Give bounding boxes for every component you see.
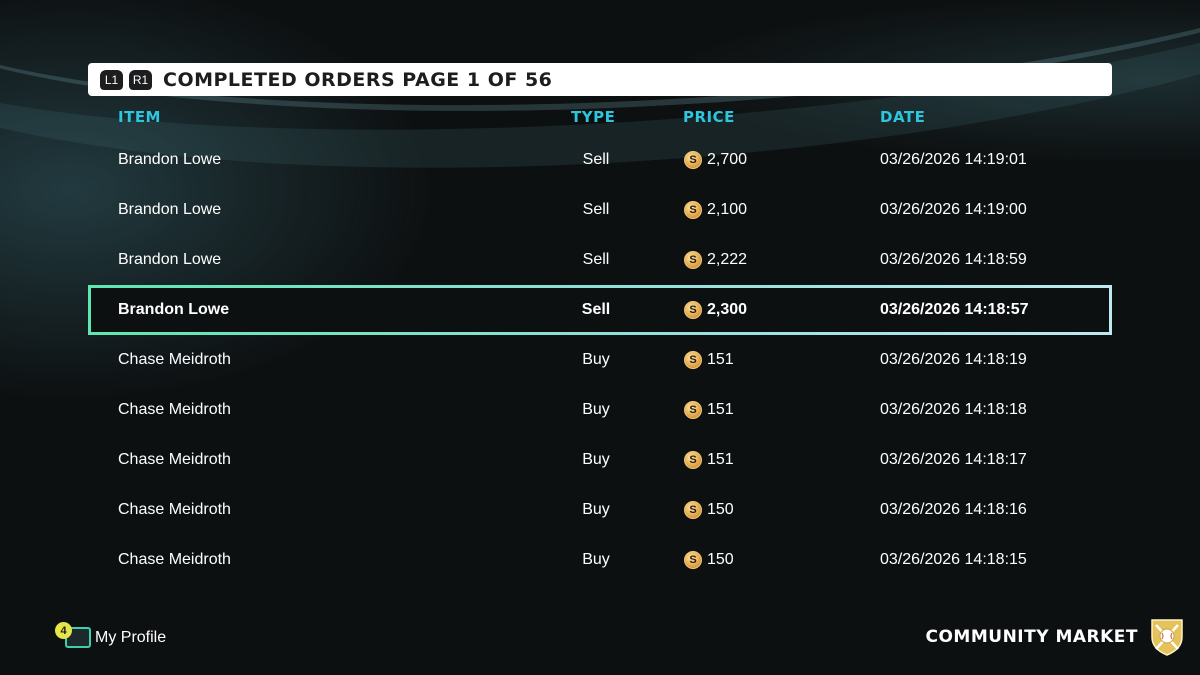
- stubs-coin-icon: S: [684, 401, 702, 419]
- order-price: S 2,700: [684, 135, 747, 185]
- table-row[interactable]: Chase Meidroth Buy S 150 03/26/2026 14:18…: [88, 485, 1112, 535]
- table-row[interactable]: Chase Meidroth Buy S 150 03/26/2026 14:18…: [88, 535, 1112, 585]
- table-row[interactable]: Brandon Lowe Sell S 2,100 03/26/2026 14:1…: [88, 185, 1112, 235]
- order-date: 03/26/2026 14:18:16: [880, 501, 1027, 518]
- order-date: 03/26/2026 14:19:00: [880, 201, 1027, 218]
- order-price-value: 151: [707, 451, 734, 468]
- order-price: S 151: [684, 335, 734, 385]
- community-market-footer: COMMUNITY MARKET: [926, 617, 1187, 657]
- order-type: Buy: [582, 351, 610, 368]
- my-profile-label: My Profile: [95, 629, 167, 646]
- r1-button[interactable]: R1: [129, 69, 152, 90]
- orders-table: Brandon Lowe Sell S 2,700 03/26/2026 14:1…: [88, 135, 1112, 585]
- column-header-price: PRICE: [683, 108, 735, 126]
- column-header-date: DATE: [880, 108, 926, 126]
- stubs-coin-icon: S: [684, 551, 702, 569]
- column-header-type: TYPE: [571, 108, 616, 126]
- order-price: S 150: [684, 485, 734, 535]
- order-price-value: 150: [707, 501, 734, 518]
- l1-button[interactable]: L1: [100, 69, 123, 90]
- table-row-selected[interactable]: Brandon Lowe Sell S 2,300 03/26/2026 14:1…: [88, 285, 1112, 335]
- order-date: 03/26/2026 14:18:17: [880, 451, 1027, 468]
- order-item: Brandon Lowe: [118, 251, 222, 268]
- order-price-value: 151: [707, 351, 734, 368]
- order-item: Brandon Lowe: [118, 201, 222, 218]
- stubs-coin-icon: S: [684, 351, 702, 369]
- order-type: Buy: [582, 401, 610, 418]
- order-date: 03/26/2026 14:18:18: [880, 401, 1027, 418]
- stubs-coin-icon: S: [684, 451, 702, 469]
- order-price-value: 2,300: [707, 301, 748, 318]
- order-item: Chase Meidroth: [118, 401, 231, 418]
- baseball-shield-icon: [1148, 617, 1186, 657]
- stubs-coin-icon: S: [684, 251, 702, 269]
- table-row[interactable]: Chase Meidroth Buy S 151 03/26/2026 14:18…: [88, 335, 1112, 385]
- order-price-value: 2,100: [707, 201, 748, 218]
- order-item: Chase Meidroth: [118, 501, 231, 518]
- order-price: S 2,300: [684, 288, 747, 332]
- table-row[interactable]: Brandon Lowe Sell S 2,700 03/26/2026 14:1…: [88, 135, 1112, 185]
- order-price-value: 151: [707, 401, 734, 418]
- order-type: Sell: [581, 301, 611, 318]
- touchpad-button-icon: 4: [55, 622, 91, 648]
- order-price: S 2,222: [684, 235, 747, 285]
- order-date: 03/26/2026 14:18:19: [880, 351, 1027, 368]
- order-item: Chase Meidroth: [118, 551, 231, 568]
- page-header: L1 R1 COMPLETED ORDERS PAGE 1 OF 56: [88, 63, 1112, 96]
- order-type: Buy: [582, 501, 610, 518]
- stubs-coin-icon: S: [684, 151, 702, 169]
- order-price: S 2,100: [684, 185, 747, 235]
- order-item: Brandon Lowe: [118, 301, 230, 318]
- column-header-item: ITEM: [118, 108, 161, 126]
- community-market-label: COMMUNITY MARKET: [925, 627, 1138, 647]
- table-row[interactable]: Chase Meidroth Buy S 151 03/26/2026 14:18…: [88, 385, 1112, 435]
- stubs-coin-icon: S: [684, 201, 702, 219]
- order-date: 03/26/2026 14:19:01: [880, 151, 1027, 168]
- table-row[interactable]: Chase Meidroth Buy S 151 03/26/2026 14:18…: [88, 435, 1112, 485]
- order-item: Chase Meidroth: [118, 451, 231, 468]
- order-date: 03/26/2026 14:18:57: [880, 301, 1029, 318]
- order-type: Sell: [582, 251, 610, 268]
- my-profile-button[interactable]: 4 My Profile: [55, 622, 167, 648]
- table-row[interactable]: Brandon Lowe Sell S 2,222 03/26/2026 14:1…: [88, 235, 1112, 285]
- order-item: Chase Meidroth: [118, 351, 231, 368]
- order-price: S 151: [684, 435, 734, 485]
- order-price: S 151: [684, 385, 734, 435]
- order-type: Sell: [582, 201, 610, 218]
- order-item: Brandon Lowe: [118, 151, 222, 168]
- stubs-coin-icon: S: [684, 501, 702, 519]
- stubs-coin-icon: S: [684, 301, 702, 319]
- order-price-value: 150: [707, 551, 734, 568]
- order-date: 03/26/2026 14:18:15: [880, 551, 1027, 568]
- profile-badge: 4: [55, 622, 72, 639]
- order-price-value: 2,700: [707, 151, 748, 168]
- order-type: Buy: [582, 451, 610, 468]
- order-price: S 150: [684, 535, 734, 585]
- page-title: COMPLETED ORDERS PAGE 1 OF 56: [163, 68, 553, 91]
- order-price-value: 2,222: [707, 251, 748, 268]
- order-type: Sell: [582, 151, 610, 168]
- order-type: Buy: [582, 551, 610, 568]
- order-date: 03/26/2026 14:18:59: [880, 251, 1027, 268]
